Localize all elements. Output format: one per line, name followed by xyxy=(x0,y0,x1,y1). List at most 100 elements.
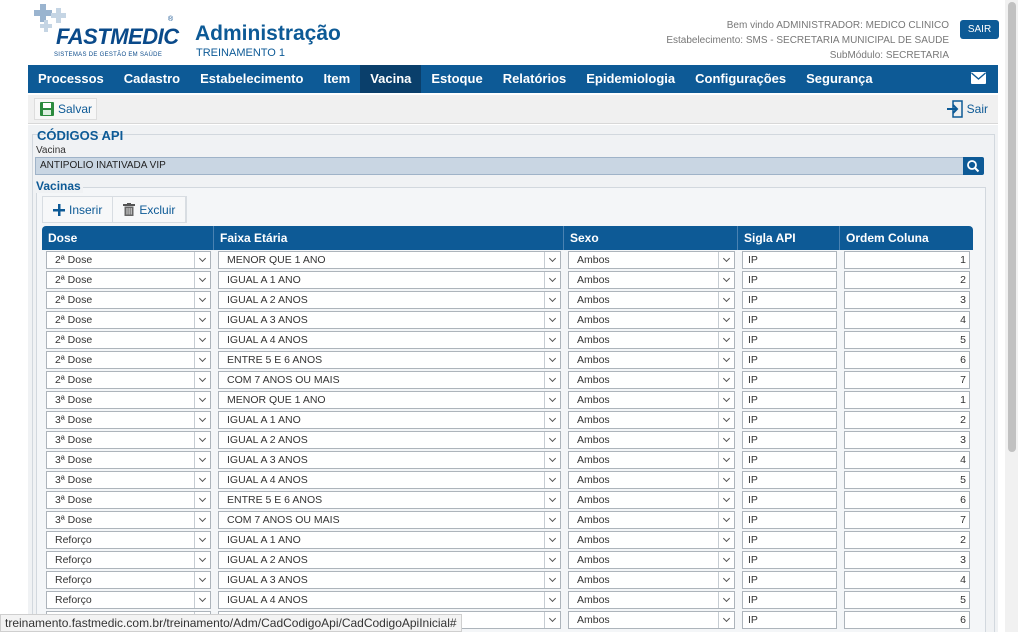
sex-select[interactable]: Ambos xyxy=(568,611,735,629)
sex-select[interactable]: Ambos xyxy=(568,471,735,489)
age-range-select[interactable]: IGUAL A 4 ANOS xyxy=(218,331,561,349)
age-range-select[interactable]: MENOR QUE 1 ANO xyxy=(218,391,561,409)
sex-select[interactable]: Ambos xyxy=(568,531,735,549)
dose-select[interactable]: 2ª Dose xyxy=(46,311,211,329)
chevron-down-icon[interactable] xyxy=(194,392,210,408)
api-code-input[interactable]: IP xyxy=(742,431,837,449)
sex-select[interactable]: Ambos xyxy=(568,331,735,349)
sex-select[interactable]: Ambos xyxy=(568,351,735,369)
nav-item-seguranca[interactable]: Segurança xyxy=(796,65,882,93)
chevron-down-icon[interactable] xyxy=(718,552,734,568)
dose-select[interactable]: 3ª Dose xyxy=(46,391,211,409)
sex-select[interactable]: Ambos xyxy=(568,451,735,469)
chevron-down-icon[interactable] xyxy=(544,392,560,408)
insert-button[interactable]: Inserir xyxy=(43,197,114,222)
chevron-down-icon[interactable] xyxy=(718,312,734,328)
api-code-input[interactable]: IP xyxy=(742,391,837,409)
chevron-down-icon[interactable] xyxy=(194,372,210,388)
age-range-select[interactable]: IGUAL A 2 ANOS xyxy=(218,291,561,309)
column-order-input[interactable]: 2 xyxy=(844,271,970,289)
sex-select[interactable]: Ambos xyxy=(568,591,735,609)
column-order-input[interactable]: 4 xyxy=(844,451,970,469)
chevron-down-icon[interactable] xyxy=(718,532,734,548)
dose-select[interactable]: Reforço xyxy=(46,591,211,609)
api-code-input[interactable]: IP xyxy=(742,451,837,469)
column-order-input[interactable]: 6 xyxy=(844,491,970,509)
column-order-input[interactable]: 3 xyxy=(844,431,970,449)
age-range-select[interactable]: COM 7 ANOS OU MAIS xyxy=(218,511,561,529)
dose-select[interactable]: Reforço xyxy=(46,571,211,589)
chevron-down-icon[interactable] xyxy=(718,512,734,528)
column-order-input[interactable]: 4 xyxy=(844,311,970,329)
chevron-down-icon[interactable] xyxy=(194,332,210,348)
nav-item-cadastro[interactable]: Cadastro xyxy=(114,65,190,93)
age-range-select[interactable]: IGUAL A 2 ANOS xyxy=(218,431,561,449)
api-code-input[interactable]: IP xyxy=(742,511,837,529)
api-code-input[interactable]: IP xyxy=(742,531,837,549)
dose-select[interactable]: 2ª Dose xyxy=(46,271,211,289)
age-range-select[interactable]: ENTRE 5 E 6 ANOS xyxy=(218,351,561,369)
chevron-down-icon[interactable] xyxy=(544,492,560,508)
api-code-input[interactable]: IP xyxy=(742,291,837,309)
age-range-select[interactable]: IGUAL A 3 ANOS xyxy=(218,571,561,589)
chevron-down-icon[interactable] xyxy=(544,252,560,268)
age-range-select[interactable]: IGUAL A 4 ANOS xyxy=(218,471,561,489)
api-code-input[interactable]: IP xyxy=(742,371,837,389)
api-code-input[interactable]: IP xyxy=(742,491,837,509)
sex-select[interactable]: Ambos xyxy=(568,311,735,329)
mail-icon[interactable] xyxy=(971,72,986,84)
chevron-down-icon[interactable] xyxy=(544,292,560,308)
chevron-down-icon[interactable] xyxy=(718,472,734,488)
api-code-input[interactable]: IP xyxy=(742,271,837,289)
api-code-input[interactable]: IP xyxy=(742,591,837,609)
dose-select[interactable]: 3ª Dose xyxy=(46,431,211,449)
sex-select[interactable]: Ambos xyxy=(568,371,735,389)
scrollbar-thumb[interactable] xyxy=(1008,2,1016,452)
chevron-down-icon[interactable] xyxy=(194,572,210,588)
chevron-down-icon[interactable] xyxy=(544,552,560,568)
dose-select[interactable]: 2ª Dose xyxy=(46,291,211,309)
chevron-down-icon[interactable] xyxy=(194,452,210,468)
vaccine-field[interactable]: ANTIPOLIO INATIVADA VIP xyxy=(35,157,965,175)
exit-button[interactable]: Sair xyxy=(942,98,992,120)
dose-select[interactable]: 2ª Dose xyxy=(46,371,211,389)
chevron-down-icon[interactable] xyxy=(194,552,210,568)
column-order-input[interactable]: 6 xyxy=(844,351,970,369)
dose-select[interactable]: Reforço xyxy=(46,531,211,549)
age-range-select[interactable]: IGUAL A 4 ANOS xyxy=(218,591,561,609)
chevron-down-icon[interactable] xyxy=(544,412,560,428)
age-range-select[interactable]: IGUAL A 1 ANO xyxy=(218,411,561,429)
sex-select[interactable]: Ambos xyxy=(568,571,735,589)
chevron-down-icon[interactable] xyxy=(544,572,560,588)
age-range-select[interactable]: IGUAL A 3 ANOS xyxy=(218,311,561,329)
logout-button[interactable]: SAIR xyxy=(960,20,999,39)
nav-item-item[interactable]: Item xyxy=(313,65,360,93)
chevron-down-icon[interactable] xyxy=(544,332,560,348)
column-order-input[interactable]: 5 xyxy=(844,471,970,489)
api-code-input[interactable]: IP xyxy=(742,471,837,489)
dose-select[interactable]: 3ª Dose xyxy=(46,511,211,529)
chevron-down-icon[interactable] xyxy=(544,472,560,488)
chevron-down-icon[interactable] xyxy=(718,372,734,388)
sex-select[interactable]: Ambos xyxy=(568,391,735,409)
age-range-select[interactable]: COM 7 ANOS OU MAIS xyxy=(218,371,561,389)
sex-select[interactable]: Ambos xyxy=(568,411,735,429)
dose-select[interactable]: 2ª Dose xyxy=(46,251,211,269)
age-range-select[interactable]: IGUAL A 1 ANO xyxy=(218,531,561,549)
api-code-input[interactable]: IP xyxy=(742,611,837,629)
api-code-input[interactable]: IP xyxy=(742,551,837,569)
chevron-down-icon[interactable] xyxy=(194,292,210,308)
chevron-down-icon[interactable] xyxy=(718,452,734,468)
chevron-down-icon[interactable] xyxy=(544,352,560,368)
chevron-down-icon[interactable] xyxy=(544,432,560,448)
dose-select[interactable]: Reforço xyxy=(46,551,211,569)
chevron-down-icon[interactable] xyxy=(194,352,210,368)
dose-select[interactable]: 3ª Dose xyxy=(46,411,211,429)
page-scrollbar[interactable] xyxy=(1005,0,1018,632)
chevron-down-icon[interactable] xyxy=(718,592,734,608)
chevron-down-icon[interactable] xyxy=(718,572,734,588)
sex-select[interactable]: Ambos xyxy=(568,551,735,569)
chevron-down-icon[interactable] xyxy=(718,352,734,368)
column-order-input[interactable]: 1 xyxy=(844,251,970,269)
chevron-down-icon[interactable] xyxy=(194,252,210,268)
